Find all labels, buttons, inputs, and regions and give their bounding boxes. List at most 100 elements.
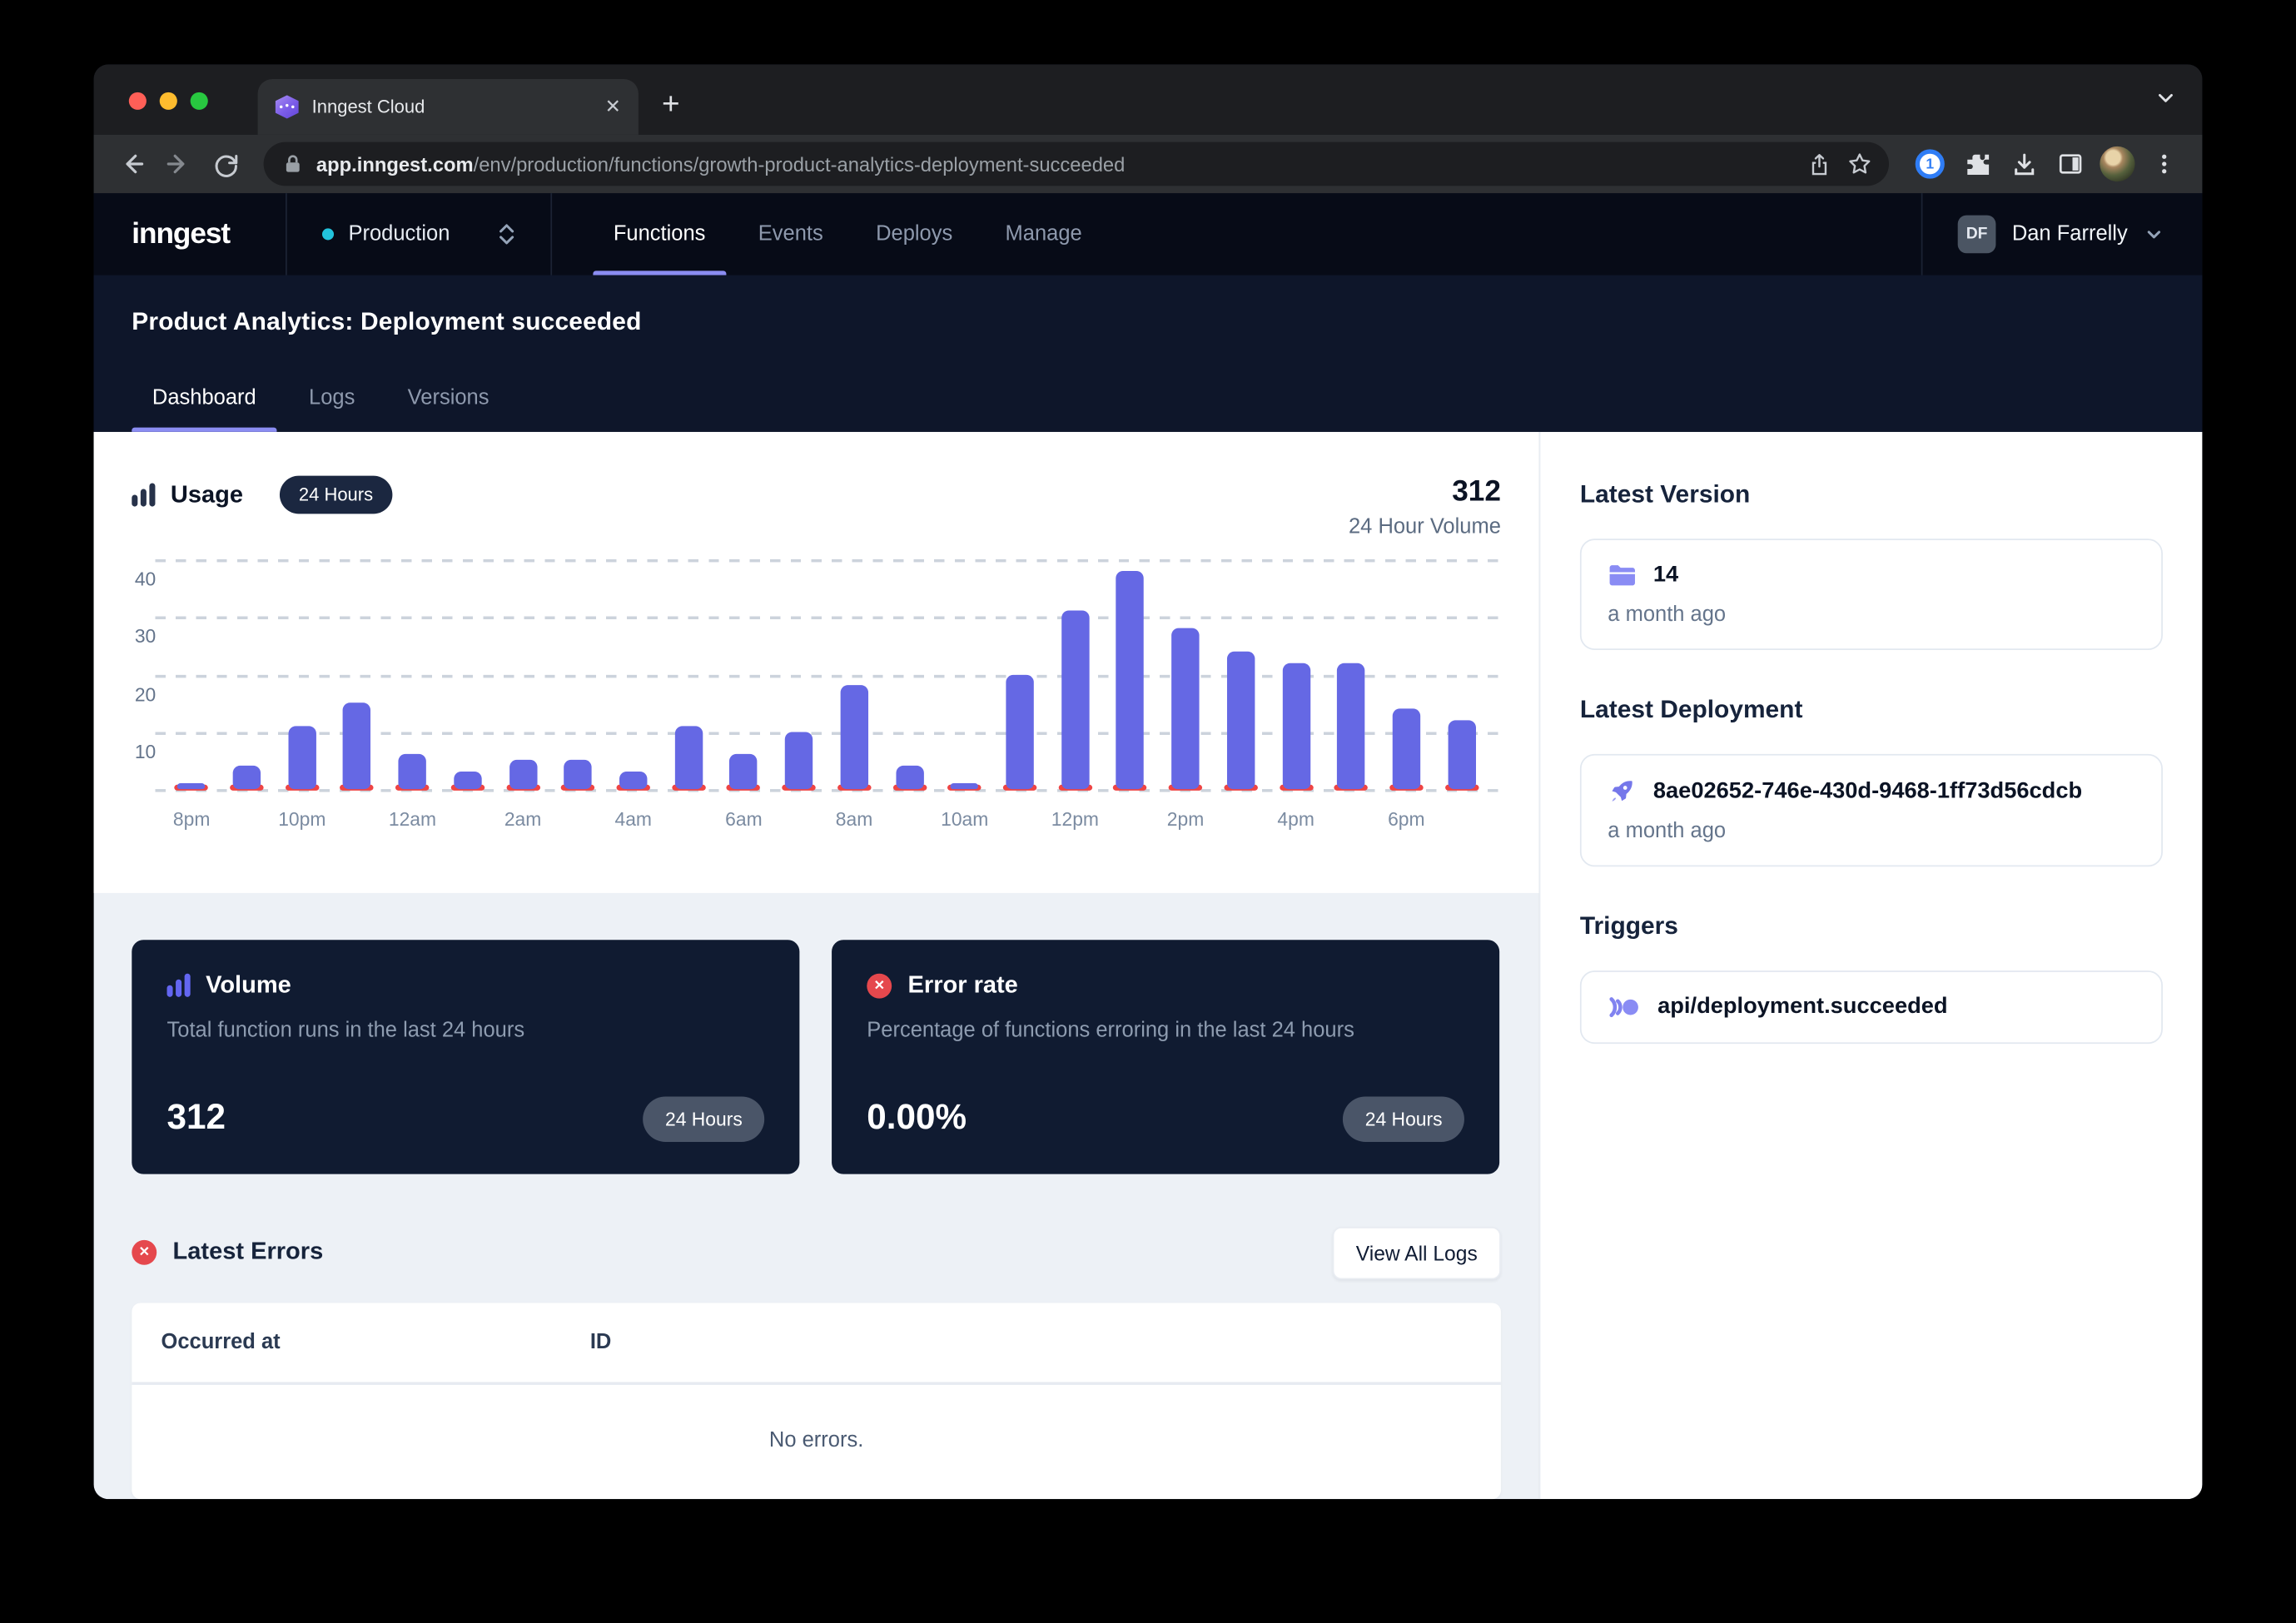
volume-card-badge: 24 Hours <box>644 1096 765 1142</box>
tab-title: Inngest Cloud <box>312 97 592 117</box>
details-sidebar: Latest Version 14 a month ago Latest Dep… <box>1539 432 2203 1499</box>
latest-deployment-heading: Latest Deployment <box>1580 695 2163 724</box>
trigger-item-card[interactable]: api/deployment.succeeded <box>1580 970 2163 1044</box>
downloads-icon[interactable] <box>2003 143 2044 184</box>
inngest-logo[interactable]: inngest <box>94 193 286 275</box>
volume-card-value: 312 <box>167 1098 226 1139</box>
url-bar[interactable]: app.inngest.com/env/production/functions… <box>264 142 1889 186</box>
trigger-event-name: api/deployment.succeeded <box>1657 994 1947 1020</box>
reload-button[interactable] <box>205 143 246 184</box>
column-id: ID <box>590 1330 612 1353</box>
usage-bar <box>1061 611 1089 789</box>
inngest-favicon-icon <box>276 95 299 118</box>
minimize-window-button[interactable] <box>160 92 177 110</box>
browser-toolbar: app.inngest.com/env/production/functions… <box>94 135 2203 193</box>
x-axis-tick-label: 6am <box>700 808 788 830</box>
bar-chart-icon <box>132 483 154 506</box>
browser-menu-kebab-icon[interactable] <box>2144 143 2184 184</box>
selector-chevrons-icon <box>498 221 515 248</box>
folder-icon <box>1608 563 1635 587</box>
usage-bar <box>288 726 316 789</box>
close-window-button[interactable] <box>129 92 147 110</box>
usage-bar <box>509 761 536 790</box>
usage-bar <box>177 783 205 789</box>
usage-bar <box>233 766 261 789</box>
nav-link-functions[interactable]: Functions <box>587 193 732 275</box>
x-axis-tick-label: 2pm <box>1141 808 1230 830</box>
latest-deployment-card: 8ae02652-746e-430d-9468-1ff73d56cdcb a m… <box>1580 754 2163 866</box>
errors-table-header: Occurred at ID <box>132 1303 1501 1385</box>
latest-version-heading: Latest Version <box>1580 480 2163 509</box>
page-title: Product Analytics: Deployment succeeded <box>132 307 2164 336</box>
x-axis-tick-label: 8pm <box>147 808 236 830</box>
tab-close-icon[interactable]: ✕ <box>605 95 621 118</box>
usage-bar <box>454 772 481 789</box>
event-trigger-icon <box>1608 994 1640 1020</box>
metric-cards: Volume Total function runs in the last 2… <box>132 940 1501 1174</box>
browser-tab-strip: Inngest Cloud ✕ + <box>94 64 2203 134</box>
onepassword-extension-icon[interactable]: 1 <box>1910 143 1951 184</box>
usage-bar <box>1282 663 1310 789</box>
chart-gridline <box>155 617 1500 620</box>
page-header: Product Analytics: Deployment succeeded … <box>94 275 2203 432</box>
profile-avatar[interactable] <box>2097 143 2138 184</box>
x-axis-tick-label: 6pm <box>1363 808 1451 830</box>
forward-button[interactable] <box>158 143 199 184</box>
x-axis-tick-label: 10am <box>921 808 1009 830</box>
usage-bar <box>564 761 592 790</box>
usage-bar <box>1171 628 1199 789</box>
latest-errors-title: Latest Errors <box>173 1238 324 1266</box>
nav-link-manage[interactable]: Manage <box>979 193 1109 275</box>
zoom-window-button[interactable] <box>191 92 208 110</box>
url-path: /env/production/functions/growth-product… <box>474 153 1126 175</box>
content-area: Usage 24 Hours 312 24 Hour Volume 102030… <box>94 432 2203 1499</box>
url-host: app.inngest.com <box>316 153 474 175</box>
latest-errors-header: ✕ Latest Errors View All Logs <box>132 1226 1501 1278</box>
x-axis-tick-label: 12am <box>369 808 457 830</box>
tab-versions[interactable]: Versions <box>387 386 509 432</box>
usage-bar <box>399 755 426 789</box>
tab-logs[interactable]: Logs <box>288 386 375 432</box>
volume-card-title: Volume <box>206 971 291 999</box>
error-rate-card-title: Error rate <box>908 971 1018 999</box>
latest-deployment-time: a month ago <box>1608 820 2134 843</box>
error-rate-card-value: 0.00% <box>867 1098 967 1139</box>
usage-bar <box>1337 663 1364 789</box>
tab-search-chevron-icon[interactable] <box>2155 88 2176 109</box>
back-button[interactable] <box>112 143 152 184</box>
environment-selector[interactable]: Production <box>287 193 551 275</box>
nav-links: Functions Events Deploys Manage <box>552 193 1108 275</box>
user-menu[interactable]: DF Dan Farrelly <box>1923 193 2203 275</box>
x-axis-tick-label: 2am <box>479 808 567 830</box>
tab-dashboard[interactable]: Dashboard <box>132 386 276 432</box>
nav-link-deploys[interactable]: Deploys <box>849 193 978 275</box>
latest-version-value: 14 <box>1653 562 1678 588</box>
url-text: app.inngest.com/env/production/functions… <box>316 153 1798 175</box>
volume-card: Volume Total function runs in the last 2… <box>132 940 799 1174</box>
latest-version-card: 14 a month ago <box>1580 539 2163 650</box>
usage-total-value: 312 <box>1349 476 1501 509</box>
environment-status-dot <box>322 228 334 240</box>
side-panel-icon[interactable] <box>2050 143 2091 184</box>
chevron-down-icon <box>2144 224 2164 245</box>
x-axis-tick-label: 10pm <box>258 808 346 830</box>
nav-link-events[interactable]: Events <box>732 193 849 275</box>
view-all-logs-button[interactable]: View All Logs <box>1333 1226 1501 1278</box>
usage-total-label: 24 Hour Volume <box>1349 515 1501 539</box>
latest-version-time: a month ago <box>1608 603 2134 627</box>
extensions-puzzle-icon[interactable] <box>1956 143 1997 184</box>
usage-range-badge: 24 Hours <box>280 476 392 514</box>
usage-title: Usage <box>171 481 243 509</box>
new-tab-button[interactable]: + <box>662 88 680 123</box>
usage-bar <box>343 703 370 790</box>
browser-tab[interactable]: Inngest Cloud ✕ <box>258 79 639 135</box>
y-axis-tick-label: 20 <box>135 683 156 705</box>
volume-card-description: Total function runs in the last 24 hours <box>167 1019 765 1042</box>
usage-section: Usage 24 Hours 312 24 Hour Volume 102030… <box>94 432 1539 892</box>
error-x-icon: ✕ <box>867 973 892 998</box>
bookmark-star-icon[interactable] <box>1839 143 1880 184</box>
error-rate-card: ✕ Error rate Percentage of functions err… <box>832 940 1499 1174</box>
page-tabs: Dashboard Logs Versions <box>132 386 521 432</box>
share-icon[interactable] <box>1798 143 1839 184</box>
usage-bar <box>730 755 758 789</box>
